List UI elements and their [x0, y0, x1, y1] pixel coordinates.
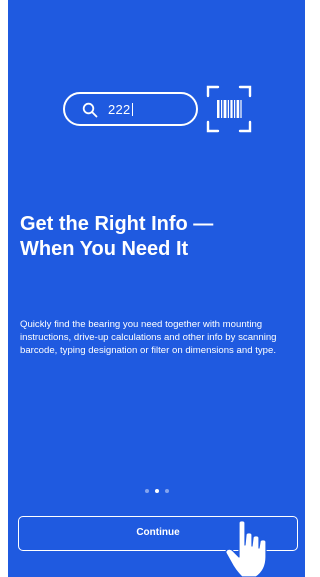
page-indicator — [8, 489, 305, 493]
title-line-2: When You Need It — [20, 238, 189, 260]
page-title: Get the Right Info — When You Need It — [20, 212, 290, 262]
search-field-illustration: 222 — [63, 92, 198, 126]
page-dot[interactable] — [144, 489, 149, 493]
page-dot-active[interactable] — [154, 489, 159, 493]
search-illustration: 222 — [63, 82, 263, 138]
onboarding-screen: 222 Get the Right Info — When You Need I… — [8, 0, 305, 577]
title-line-1: Get the Right Info — — [20, 213, 214, 235]
search-query-text: 222 — [108, 102, 134, 117]
page-dot[interactable] — [164, 489, 169, 493]
barcode-scan-icon — [206, 85, 252, 133]
pointing-hand-icon — [225, 520, 267, 577]
description-text: Quickly find the bearing you need togeth… — [20, 319, 277, 356]
search-icon — [82, 102, 98, 118]
text-caret — [131, 103, 134, 116]
